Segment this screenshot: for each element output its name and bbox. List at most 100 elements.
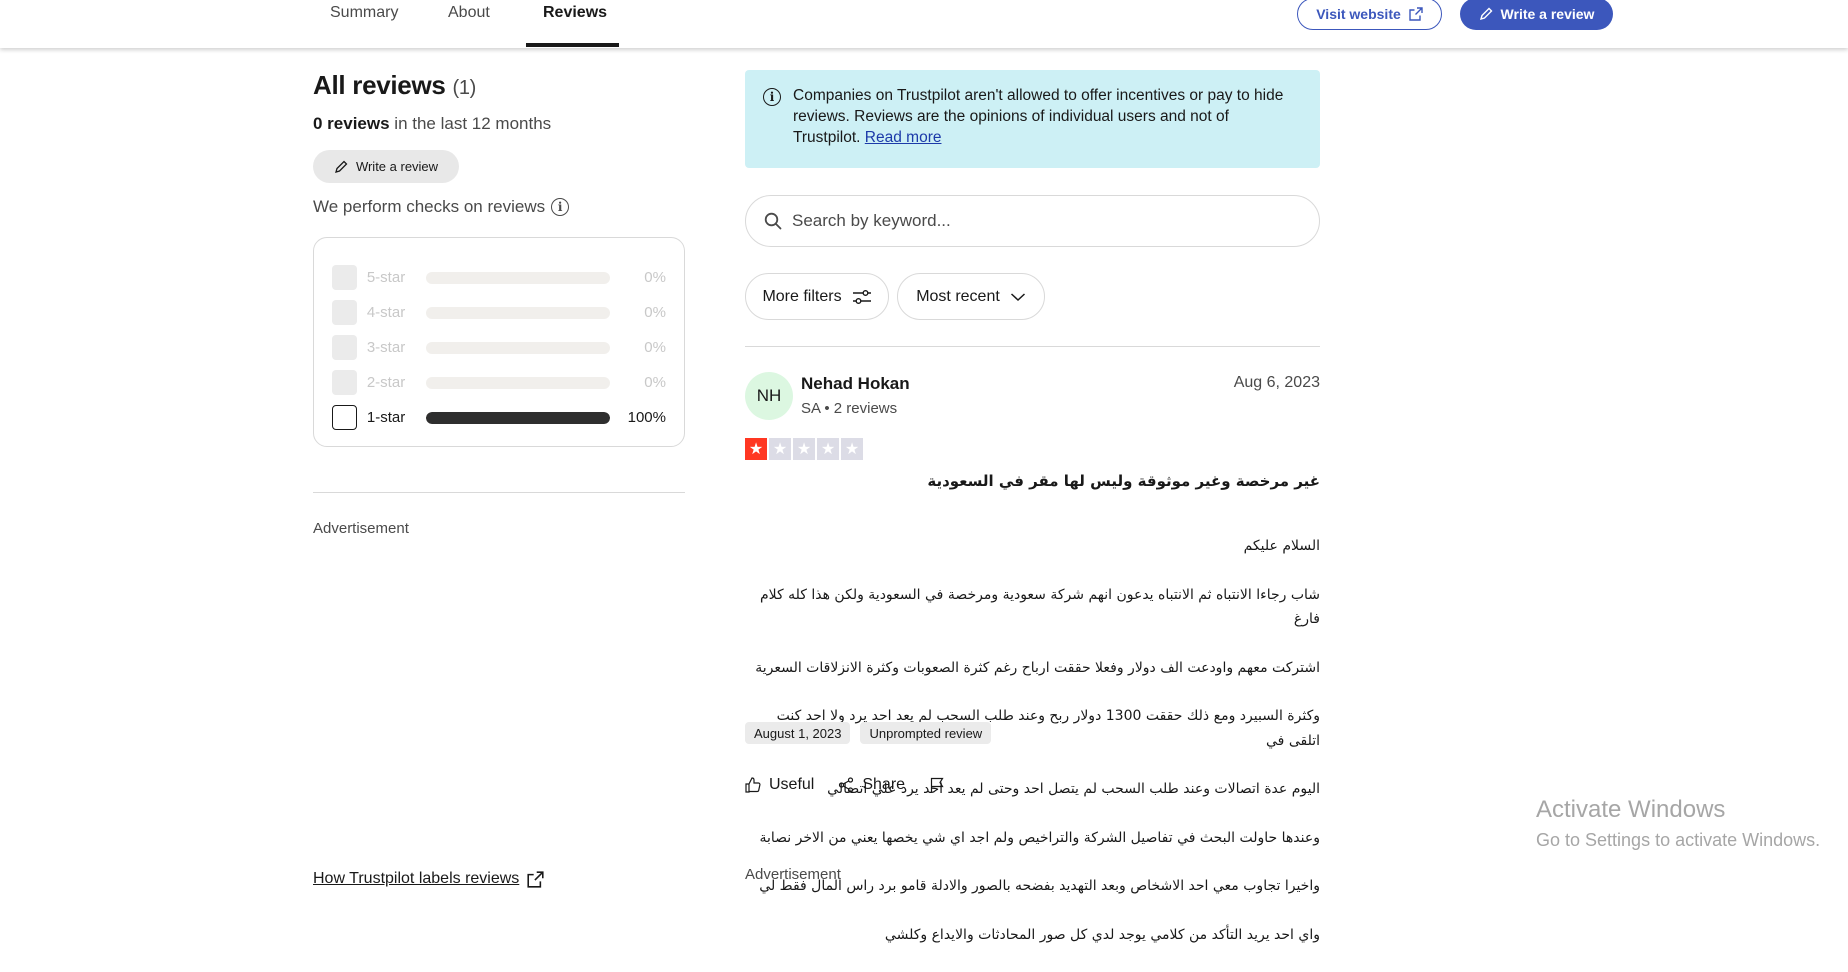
review-tags: August 1, 2023 Unprompted review — [745, 722, 992, 744]
external-link-icon — [527, 870, 544, 888]
divider — [745, 346, 1320, 347]
star-filter-label: 3-star — [366, 339, 406, 356]
visit-website-label: Visit website — [1316, 6, 1401, 22]
thumbs-up-icon — [745, 777, 761, 793]
review-body-line: السلام عليكم — [1243, 538, 1320, 555]
search-icon — [764, 212, 782, 230]
windows-activation-watermark: Activate Windows Go to Settings to activ… — [1536, 796, 1820, 851]
star-filter-label: 5-star — [366, 269, 406, 286]
review-body-line: واي احد يريد التأكد من كلامي يوجد لدي كل… — [884, 927, 1320, 944]
share-icon — [839, 777, 854, 793]
sliders-icon — [852, 289, 871, 304]
top-nav-bar: Summary About Reviews Visit website Writ… — [0, 0, 1848, 48]
divider — [313, 492, 685, 493]
star-filter-row[interactable]: 3-star 0% — [332, 330, 666, 365]
more-filters-button[interactable]: More filters — [745, 273, 889, 320]
review-body-line: شاب رجاءا الانتباه ثم الانتباه يدعون انه… — [759, 586, 1320, 628]
star-filter-checkbox[interactable] — [332, 370, 357, 395]
incentives-notice: i Companies on Trustpilot aren't allowed… — [745, 70, 1320, 168]
star-filter-checkbox[interactable] — [332, 405, 357, 430]
write-review-label: Write a review — [355, 159, 439, 174]
advertisement-label: Advertisement — [745, 866, 841, 883]
watermark-subtitle: Go to Settings to activate Windows. — [1536, 830, 1821, 850]
reviews-summary-column: All reviews (1) 0 reviews in the last 12… — [313, 70, 685, 447]
all-reviews-heading: All reviews (1) — [313, 70, 685, 101]
write-review-top-label: Write a review — [1500, 6, 1595, 22]
review-date: Aug 6, 2023 — [1233, 374, 1320, 391]
star-filter-row[interactable]: 2-star 0% — [332, 365, 666, 400]
star-filter-checkbox[interactable] — [332, 300, 357, 325]
star-filter-bar — [426, 411, 611, 424]
star-filter-bar — [426, 271, 611, 284]
unprompted-review-badge[interactable]: Unprompted review — [860, 722, 992, 744]
pencil-icon — [1479, 7, 1493, 21]
star-icon: ★ — [841, 438, 863, 460]
info-icon: i — [763, 88, 781, 106]
avatar[interactable]: NH — [745, 372, 793, 420]
recent-reviews-suffix: in the last 12 months — [394, 114, 552, 133]
search-input[interactable] — [792, 211, 1272, 231]
tab-about[interactable]: About — [448, 0, 490, 47]
star-filter-bar — [426, 341, 611, 354]
star-filter-bar — [426, 376, 611, 389]
review-body-line: اشتركت معهم واودعت الف دولار وفعلا حققت … — [755, 659, 1320, 676]
tab-reviews[interactable]: Reviews — [543, 0, 607, 47]
share-label: Share — [862, 776, 906, 793]
sort-dropdown[interactable]: Most recent — [897, 273, 1045, 320]
more-filters-label: More filters — [762, 287, 842, 305]
star-filter-percent: 0% — [644, 269, 666, 286]
reviewer-meta: SA • 2 reviews — [801, 400, 898, 417]
read-more-link[interactable]: Read more — [865, 129, 942, 146]
star-filter-label: 1-star — [366, 409, 406, 426]
star-filter-row[interactable]: 5-star 0% — [332, 260, 666, 295]
review-body-line: وعندها حاولت البحث في تفاصيل الشركة والت… — [759, 829, 1320, 846]
sort-label: Most recent — [916, 287, 1000, 305]
star-filter-percent: 0% — [644, 304, 666, 321]
recent-reviews-summary: 0 reviews in the last 12 months — [313, 114, 685, 134]
report-button[interactable] — [929, 777, 945, 793]
star-filter-checkbox[interactable] — [332, 265, 357, 290]
how-trustpilot-labels-text: How Trustpilot labels reviews — [313, 870, 520, 887]
write-review-top-button[interactable]: Write a review — [1460, 0, 1613, 30]
external-link-icon — [1409, 7, 1423, 21]
star-filter-bar — [426, 306, 611, 319]
star-filter-percent: 100% — [627, 409, 666, 426]
watermark-title: Activate Windows — [1536, 796, 1726, 823]
visit-website-button[interactable]: Visit website — [1297, 0, 1442, 30]
star-icon: ★ — [769, 438, 791, 460]
pencil-icon — [334, 160, 348, 173]
share-button[interactable]: Share — [838, 776, 905, 794]
review-checks-text: We perform checks on reviews — [313, 197, 546, 216]
star-rating: ★ ★ ★ ★ ★ — [745, 438, 863, 460]
review-actions: Useful Share — [745, 776, 945, 794]
useful-button[interactable]: Useful — [745, 776, 814, 794]
advertisement-label: Advertisement — [313, 520, 409, 537]
experience-date-badge: August 1, 2023 — [745, 722, 851, 744]
star-filter-label: 2-star — [366, 374, 406, 391]
write-review-button[interactable]: Write a review — [313, 150, 459, 183]
star-icon: ★ — [745, 438, 767, 460]
star-distribution-filter: 5-star 0% 4-star 0% 3-star 0% 2-star 0% … — [313, 237, 685, 447]
flag-icon — [930, 777, 944, 792]
search-box[interactable] — [745, 195, 1320, 247]
star-filter-percent: 0% — [644, 339, 666, 356]
star-icon: ★ — [793, 438, 815, 460]
useful-label: Useful — [769, 776, 815, 793]
how-trustpilot-labels-link[interactable]: How Trustpilot labels reviews — [313, 870, 544, 888]
star-filter-checkbox[interactable] — [332, 335, 357, 360]
star-filter-bar-fill — [426, 411, 611, 424]
reviewer-name[interactable]: Nehad Hokan — [801, 374, 910, 394]
star-filter-row[interactable]: 1-star 100% — [332, 400, 666, 435]
chevron-down-icon — [1010, 292, 1025, 301]
all-reviews-title: All reviews — [313, 70, 446, 100]
all-reviews-count: (1) — [452, 77, 477, 99]
star-filter-label: 4-star — [366, 304, 406, 321]
active-tab-indicator — [526, 43, 619, 47]
review-checks-info[interactable]: We perform checks on reviews i — [313, 197, 685, 217]
tab-summary[interactable]: Summary — [330, 0, 398, 47]
star-filter-row[interactable]: 4-star 0% — [332, 295, 666, 330]
star-filter-percent: 0% — [644, 374, 666, 391]
star-icon: ★ — [817, 438, 839, 460]
info-icon[interactable]: i — [551, 198, 570, 216]
review-title[interactable]: غير مرخصة وغير موثوقة وليس لها مقر في ال… — [745, 472, 1320, 490]
